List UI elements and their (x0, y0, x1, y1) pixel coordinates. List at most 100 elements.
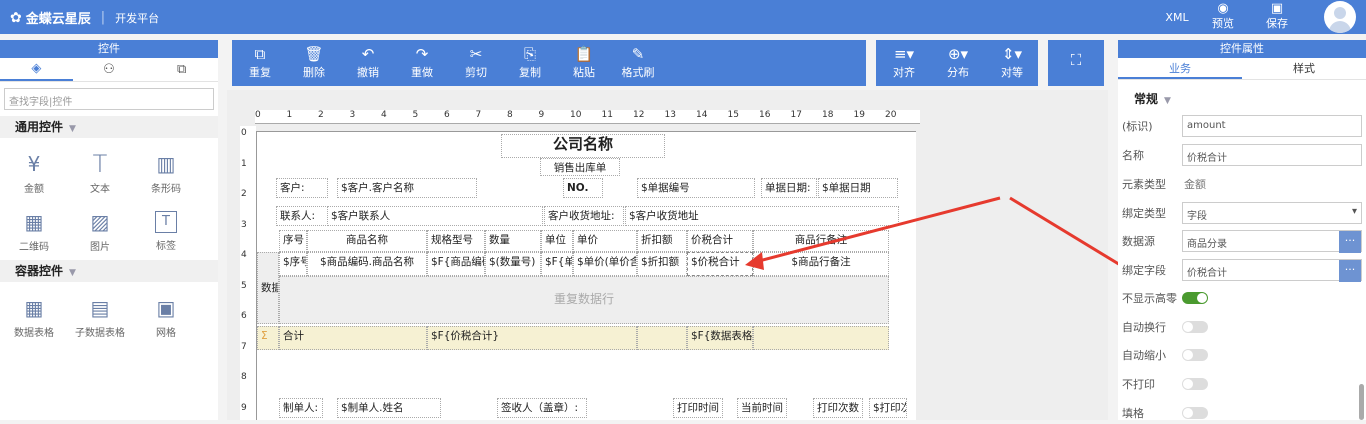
row-spec[interactable]: $F{商品编码 (427, 252, 485, 276)
common-controls-section[interactable]: 通用控件 ▼ (0, 116, 218, 138)
align-button[interactable]: ≡▾ 对齐 (886, 44, 922, 80)
ruler-v-tick: 2 (241, 189, 247, 199)
preview-button[interactable]: ◉ 预览 (1208, 0, 1238, 34)
print-count-label[interactable]: 打印次数 (813, 398, 863, 418)
copy-tab[interactable]: ⧉ (145, 58, 218, 81)
bill-date-label[interactable]: 单据日期: (761, 178, 817, 198)
tree-tab[interactable]: ⚇ (73, 58, 146, 81)
data-table-control[interactable]: ▦ 数据表格 (1, 288, 67, 346)
fullscreen-button[interactable]: ⛶ (1058, 50, 1094, 70)
cut-button[interactable]: ✂ 剪切 (458, 44, 494, 80)
no-label[interactable]: NO. (563, 178, 603, 198)
row-qty[interactable]: $(数量号) (485, 252, 541, 276)
datasource-input[interactable]: 商品分录 ··· (1182, 230, 1362, 253)
sum-empty[interactable] (637, 326, 687, 350)
grid-control[interactable]: ▣ 网格 (133, 288, 199, 346)
save-button[interactable]: ▣ 保存 (1262, 0, 1292, 34)
col-header-total[interactable]: 价税合计 (687, 230, 753, 252)
row-price[interactable]: $单价(单价含税) (573, 252, 637, 276)
col-header-seq[interactable]: 序号 (279, 230, 307, 252)
report-paper[interactable]: 公司名称 销售出库单 客户: $客户.客户名称 NO. $单据编号 单据日期: … (256, 131, 916, 420)
print-time-label[interactable]: 打印时间 (673, 398, 723, 418)
common-controls-grid: ¥ 金额 T 文本 ▥ 条形码 ▦ 二维码 ▨ 图片 T 标签 (0, 138, 218, 260)
image-control[interactable]: ▨ 图片 (67, 202, 133, 260)
bind-type-select[interactable]: 字段 ▾ (1182, 202, 1362, 224)
repeat-icon: ⧉ (254, 45, 266, 63)
format-painter-button[interactable]: ✎ 格式刷 (620, 44, 656, 80)
customer-label[interactable]: 客户: (276, 178, 328, 198)
xml-button[interactable]: XML (1162, 0, 1192, 34)
contact-label[interactable]: 联系人: (276, 206, 328, 226)
paste-button[interactable]: 📋 粘贴 (566, 44, 602, 80)
col-header-qty[interactable]: 数量 (485, 230, 541, 252)
current-time-label[interactable]: 当前时间 (737, 398, 787, 418)
caret-down-icon: ▼ (1164, 96, 1171, 106)
subtitle[interactable]: 销售出库单 (540, 158, 620, 176)
col-header-remark[interactable]: 商品行备注 (753, 230, 889, 252)
more-icon[interactable]: ··· (1339, 260, 1361, 282)
redo-button[interactable]: ↷ 重做 (404, 44, 440, 80)
more-icon[interactable]: ··· (1339, 231, 1361, 253)
sum-table-value[interactable]: $F{数据表格 (687, 326, 753, 350)
col-header-product[interactable]: 商品名称 (307, 230, 427, 252)
row-remark[interactable]: $商品行备注 (753, 252, 889, 276)
ruler-h-tick: 0 (255, 110, 261, 120)
maker-label[interactable]: 制单人: (279, 398, 323, 418)
bind-field-input[interactable]: 价税合计 ··· (1182, 259, 1362, 282)
no-print-switch[interactable] (1182, 378, 1208, 390)
fill-switch[interactable] (1182, 407, 1208, 419)
row-discount[interactable]: $折扣额 (637, 252, 687, 276)
scrollbar[interactable] (1359, 384, 1364, 420)
row-product[interactable]: $商品编码.商品名称 (307, 252, 427, 276)
general-group[interactable]: 常规 ▼ (1134, 90, 1171, 107)
equal-button[interactable]: ⇕▾ 对等 (994, 44, 1030, 80)
copy-button[interactable]: ⎘ 复制 (512, 44, 548, 80)
name-input[interactable]: 价税合计 (1182, 144, 1362, 166)
print-extra[interactable]: $打印次 (869, 398, 907, 418)
barcode-control[interactable]: ▥ 条形码 (133, 144, 199, 202)
layers-tab[interactable]: ◈ (0, 58, 73, 81)
distribute-button[interactable]: ⊕▾ 分布 (940, 44, 976, 80)
data-side-label[interactable]: 数据 (257, 252, 279, 324)
sum-remark[interactable] (753, 326, 889, 350)
bill-no-value[interactable]: $单据编号 (637, 178, 755, 198)
fullscreen-toolbar: ⛶ (1048, 40, 1104, 86)
qrcode-control[interactable]: ▦ 二维码 (1, 202, 67, 260)
repeat-button[interactable]: ⧉ 重复 (242, 44, 278, 80)
repeat-data-row[interactable]: 重复数据行 (279, 276, 889, 324)
tab-business[interactable]: 业务 (1118, 58, 1242, 79)
auto-shrink-switch[interactable] (1182, 349, 1208, 361)
align-icon: ≡▾ (893, 45, 915, 63)
address-label[interactable]: 客户收货地址: (544, 206, 624, 226)
sum-value[interactable]: $F{价税合计} (427, 326, 637, 350)
sum-label[interactable]: 合计 (279, 326, 427, 350)
col-header-price[interactable]: 单价 (573, 230, 637, 252)
row-total-selected[interactable]: $价税合计 (687, 252, 753, 276)
delete-button[interactable]: 🗑 删除 (296, 44, 332, 80)
auto-wrap-switch[interactable] (1182, 321, 1208, 333)
col-header-unit[interactable]: 单位 (541, 230, 573, 252)
row-seq[interactable]: $序号 (279, 252, 307, 276)
company-title[interactable]: 公司名称 (501, 134, 665, 158)
search-input[interactable]: 查找字段|控件 (4, 88, 214, 110)
address-value[interactable]: $客户收货地址 (625, 206, 899, 226)
user-avatar[interactable] (1324, 1, 1356, 33)
qrcode-icon: ▦ (24, 209, 44, 234)
contact-value[interactable]: $客户联系人 (327, 206, 543, 226)
container-controls-section[interactable]: 容器控件 ▼ (0, 260, 218, 282)
row-unit[interactable]: $F{单位 (541, 252, 573, 276)
bill-date-value[interactable]: $单据日期 (818, 178, 898, 198)
amount-control[interactable]: ¥ 金额 (1, 144, 67, 202)
maker-value[interactable]: $制单人.姓名 (337, 398, 441, 418)
sub-table-control[interactable]: ▤ 子数据表格 (67, 288, 133, 346)
hide-zero-switch[interactable] (1182, 292, 1208, 304)
signer-label[interactable]: 签收人（盖章）: (497, 398, 587, 418)
text-control[interactable]: T 文本 (67, 144, 133, 202)
tab-style[interactable]: 样式 (1242, 58, 1366, 79)
col-header-spec[interactable]: 规格型号 (427, 230, 485, 252)
customer-value[interactable]: $客户.客户名称 (337, 178, 477, 198)
undo-button[interactable]: ↶ 撤销 (350, 44, 386, 80)
id-input[interactable]: amount (1182, 115, 1362, 137)
label-control[interactable]: T 标签 (133, 202, 199, 260)
col-header-discount[interactable]: 折扣额 (637, 230, 687, 252)
